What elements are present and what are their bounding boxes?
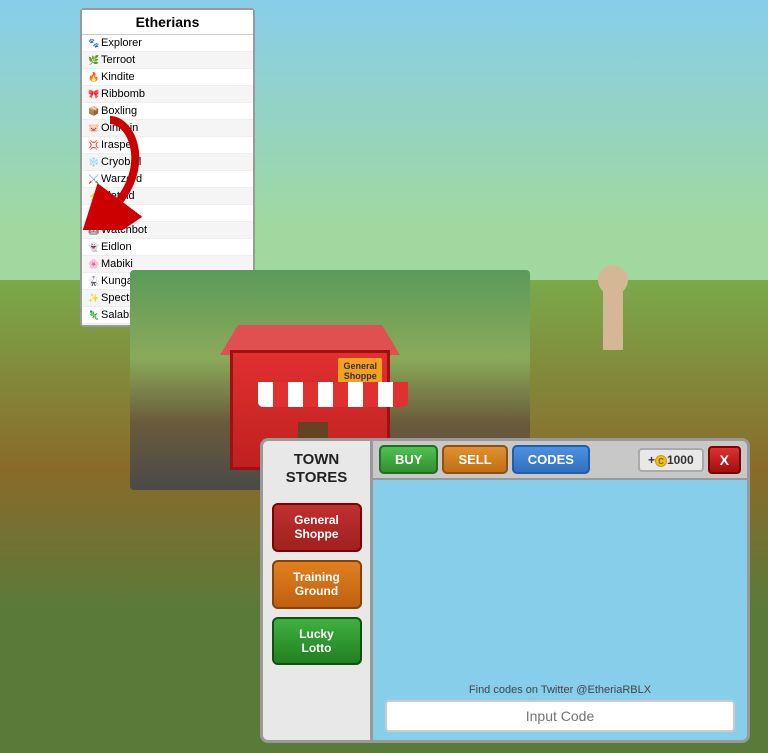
pokemon-icon: 🤖 (88, 225, 98, 235)
pokemon-icon: 🎀 (88, 89, 98, 99)
pokemon-name: Boxling (101, 105, 137, 117)
general-shoppe-button[interactable]: GeneralShoppe (272, 503, 362, 552)
currency-prefix: + (648, 453, 655, 467)
pokemon-name: Oinkoin (101, 122, 138, 134)
pokemon-icon: 🌸 (88, 259, 98, 269)
codes-button[interactable]: CODES (512, 445, 590, 474)
pokemon-icon: ⚡ (88, 191, 98, 201)
pokemon-name: Ribbomb (101, 88, 145, 100)
pokemon-name: Warzerd (101, 173, 142, 185)
list-item: 🐷Oinkoin (82, 120, 253, 137)
pokemon-icon: ✨ (88, 293, 98, 303)
pokemon-name: Explorer (101, 37, 142, 49)
pokemon-icon: 🌵 (88, 208, 98, 218)
store-sign: GeneralShoppe (338, 358, 382, 384)
town-stores-title: TOWNSTORES (286, 451, 347, 487)
windmill-body (603, 290, 623, 350)
pokemon-icon: 👻 (88, 242, 98, 252)
etherians-title: Etherians (82, 10, 253, 35)
pokemon-name: Kindite (101, 71, 135, 83)
shop-toolbar: BUY SELL CODES +C1000 X (373, 441, 747, 480)
buy-button[interactable]: BUY (379, 445, 438, 474)
list-item: 🤖Watchbot (82, 222, 253, 239)
list-item: 💢Irasper (82, 137, 253, 154)
list-item: ❄️Cryoball (82, 154, 253, 171)
list-item: ⚔️Warzerd (82, 171, 253, 188)
pokemon-icon: ⚔️ (88, 174, 98, 184)
pokemon-icon: 🔥 (88, 72, 98, 82)
lucky-lotto-button[interactable]: LuckyLotto (272, 617, 362, 666)
store-awning (258, 382, 408, 407)
pokemon-name: Irasper (101, 139, 135, 151)
list-item: 🎀Ribbomb (82, 86, 253, 103)
shop-panel: BUY SELL CODES +C1000 X Find codes on Tw… (370, 438, 750, 743)
twitter-hint: Find codes on Twitter @EtheriaRBLX (385, 684, 735, 696)
pokemon-icon: 🐾 (88, 38, 98, 48)
training-ground-button[interactable]: TrainingGround (272, 560, 362, 609)
pokemon-icon: 🐷 (88, 123, 98, 133)
pokemon-icon: 🦎 (88, 310, 98, 320)
pokemon-icon: 📦 (88, 106, 98, 116)
sell-button[interactable]: SELL (442, 445, 507, 474)
pokemon-name: Eletoid (101, 190, 135, 202)
pokemon-icon: 🥋 (88, 276, 98, 286)
list-item: 👻Eidlon (82, 239, 253, 256)
code-input[interactable] (385, 700, 735, 732)
pokemon-name: Terroot (101, 54, 135, 66)
pokemon-icon: 🌿 (88, 55, 98, 65)
list-item: 🔥Kindite (82, 69, 253, 86)
windmill (588, 270, 638, 350)
list-item: 🌵Jardrix (82, 205, 253, 222)
pokemon-name: Jardrix (101, 207, 134, 219)
list-item: 🌿Terroot (82, 52, 253, 69)
currency-display: +C1000 (638, 448, 704, 472)
pokemon-name: Eidlon (101, 241, 132, 253)
shop-content: Find codes on Twitter @EtheriaRBLX (373, 480, 747, 740)
pokemon-name: Watchbot (101, 224, 147, 236)
list-item: ⚡Eletoid (82, 188, 253, 205)
pokemon-icon: 💢 (88, 140, 98, 150)
pokemon-name: Cryoball (101, 156, 141, 168)
close-button[interactable]: X (708, 446, 741, 474)
coin-icon: C (655, 455, 667, 467)
shop-container: TOWNSTORES GeneralShoppe TrainingGround … (260, 438, 750, 743)
list-item: 📦Boxling (82, 103, 253, 120)
list-item: 🐾Explorer (82, 35, 253, 52)
pokemon-icon: ❄️ (88, 157, 98, 167)
town-stores-sidebar: TOWNSTORES GeneralShoppe TrainingGround … (260, 438, 370, 743)
pokemon-name: Mabiki (101, 258, 133, 270)
currency-amount: 1000 (667, 453, 694, 467)
